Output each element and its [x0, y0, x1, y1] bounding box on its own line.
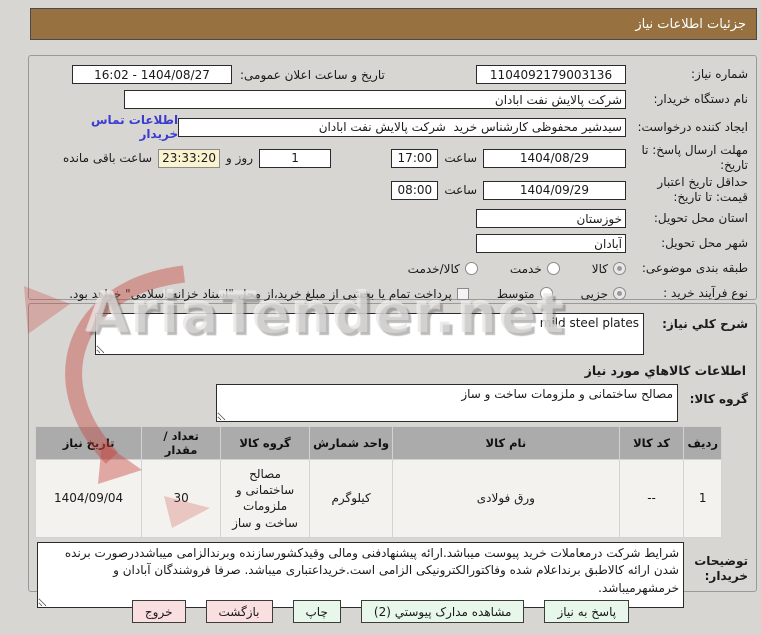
need-info-panel: شماره نیاز: تاریخ و ساعت اعلان عمومی: نا… [28, 55, 757, 301]
need-number-field[interactable] [476, 65, 626, 84]
validity-date-field[interactable] [483, 180, 626, 200]
col-quantity: تعداد / مقدار [141, 426, 222, 460]
buyer-contact-link[interactable]: اطلاعات تماس خریدار [55, 113, 178, 141]
remaining-time-group: روز و 23:33:20 ساعت باقی مانده [63, 148, 332, 168]
remaining-days-label: روز و [226, 151, 254, 165]
exit-button[interactable]: خروج [131, 600, 186, 623]
cell-unit: کیلوگرم [309, 459, 394, 538]
goods-info-panel: شرح کلي نیاز: mild steel plates اطلاعات … [28, 303, 757, 608]
row-city: شهر محل تحویل: [37, 232, 748, 255]
treasury-checkbox-label: پرداخت تمام یا بخشی از مبلغ خرید،از محل … [69, 286, 452, 301]
goods-group-label: گروه کالا: [689, 392, 748, 406]
radio-medium-label: متوسط [496, 286, 535, 301]
goods-table: ردیف کد کالا نام کالا واحد شمارش گروه کا… [34, 426, 722, 538]
radio-goods-icon[interactable] [613, 262, 626, 275]
row-response-deadline: مهلت ارسال پاسخ: تا تاریخ: ساعت روز و 23… [37, 143, 748, 173]
deadline-hour-label: ساعت [444, 151, 477, 165]
col-goods-group: گروه کالا [220, 426, 311, 460]
province-label: استان محل تحویل: [653, 211, 748, 225]
radio-goods-service[interactable]: کالا/خدمت [408, 262, 478, 276]
remaining-countdown: 23:33:20 [158, 148, 221, 168]
radio-service-label: خدمت [509, 261, 542, 276]
creator-field[interactable] [178, 117, 626, 137]
need-details-page: جزئیات اطلاعات نیاز شماره نیاز: تاریخ و … [0, 0, 761, 635]
deadline-time-field[interactable] [391, 148, 439, 168]
remaining-days-field[interactable] [259, 148, 332, 168]
remaining-suffix-label: ساعت باقی مانده [63, 151, 153, 165]
buyer-org-label: نام دستگاه خریدار: [653, 92, 749, 106]
radio-goods-service-label: کالا/خدمت [407, 261, 460, 276]
col-row-number: ردیف [683, 426, 722, 460]
subject-class-label: طبقه بندی موضوعی: [641, 261, 748, 275]
radio-minor[interactable]: جزیی [581, 287, 626, 301]
validity-time-field[interactable] [391, 180, 439, 200]
subject-class-options: کالا خدمت کالا/خدمت [408, 262, 626, 276]
deadline-date-field[interactable] [483, 148, 626, 168]
col-need-date: تاریخ نیاز [34, 426, 143, 460]
buyer-notes-textarea[interactable]: شرایط شرکت درمعاملات خرید پیوست میباشد.ا… [37, 541, 684, 608]
row-process-type: نوع فرآیند خرید : جزیی متوسط پرداخت تمام… [37, 282, 748, 305]
col-goods-name: نام کالا [392, 426, 620, 460]
print-button[interactable]: چاپ [292, 600, 341, 623]
goods-section-header: اطلاعات کالاهاي مورد نیاز [584, 363, 746, 378]
validity-label: حداقل تاریخ اعتبار قیمت: تا تاریخ: [657, 175, 748, 204]
radio-medium-icon[interactable] [539, 287, 553, 300]
row-buyer-notes: توضیحات خریدار: شرایط شرکت درمعاملات خری… [37, 541, 748, 608]
goods-table-header-row: ردیف کد کالا نام کالا واحد شمارش گروه کا… [34, 426, 722, 460]
row-buyer-org: نام دستگاه خریدار: [37, 88, 748, 111]
radio-minor-icon[interactable] [613, 287, 626, 300]
row-request-creator: ایجاد کننده درخواست: اطلاعات تماس خریدار [37, 113, 748, 141]
action-button-row: پاسخ به نیاز مشاهده مدارک پیوستي (2) چاپ… [0, 600, 761, 623]
cell-need-date: 1404/09/04 [34, 459, 143, 538]
need-number-label: شماره نیاز: [691, 67, 748, 81]
page-title: جزئیات اطلاعات نیاز [30, 8, 757, 40]
col-unit: واحد شمارش [309, 426, 394, 460]
cell-goods-group: مصالح ساختمانی و ملزومات ساخت و ساز [220, 459, 311, 538]
radio-medium[interactable]: متوسط [497, 287, 553, 301]
announce-datetime-field[interactable] [72, 65, 232, 84]
row-goods-group: گروه کالا: مصالح ساختمانی و ملزومات ساخت… [37, 384, 748, 422]
announce-label: تاریخ و ساعت اعلان عمومی: [240, 67, 385, 82]
province-field[interactable] [476, 209, 626, 228]
announce-group: تاریخ و ساعت اعلان عمومی: [72, 65, 385, 84]
col-goods-code: کد کالا [618, 426, 685, 460]
goods-group-textarea[interactable]: مصالح ساختمانی و ملزومات ساخت و ساز [216, 384, 678, 422]
row-need-description: شرح کلي نیاز: mild steel plates [37, 313, 748, 355]
city-field[interactable] [476, 234, 626, 253]
row-need-number: شماره نیاز: تاریخ و ساعت اعلان عمومی: [37, 63, 748, 86]
city-label: شهر محل تحویل: [661, 236, 748, 250]
back-button[interactable]: بازگشت [205, 600, 273, 623]
row-province: استان محل تحویل: [37, 207, 748, 230]
cell-goods-code: -- [618, 459, 685, 538]
buyer-org-field[interactable] [124, 90, 626, 109]
radio-service[interactable]: خدمت [510, 262, 560, 276]
row-price-validity: حداقل تاریخ اعتبار قیمت: تا تاریخ: ساعت [37, 175, 748, 205]
validity-hour-label: ساعت [444, 183, 477, 197]
radio-goods[interactable]: کالا [592, 262, 626, 276]
buyer-notes-label: توضیحات خریدار: [694, 553, 748, 584]
process-type-label: نوع فرآیند خرید : [663, 286, 748, 300]
table-row: 1 -- ورق فولادی کیلوگرم مصالح ساختمانی و… [34, 459, 722, 538]
row-subject-class: طبقه بندی موضوعی: کالا خدمت کالا/خدمت [37, 257, 748, 280]
radio-minor-label: جزیی [580, 286, 608, 301]
respond-button[interactable]: پاسخ به نیاز [544, 600, 630, 623]
deadline-label: مهلت ارسال پاسخ: تا تاریخ: [641, 143, 748, 172]
radio-goods-label: کالا [591, 261, 608, 276]
radio-goods-service-icon[interactable] [464, 262, 478, 275]
radio-service-icon[interactable] [546, 262, 560, 275]
view-attachments-button[interactable]: مشاهده مدارک پیوستي (2) [360, 600, 525, 623]
creator-label: ایجاد کننده درخواست: [637, 119, 748, 134]
process-type-options: جزیی متوسط پرداخت تمام یا بخشی از مبلغ خ… [69, 287, 626, 301]
need-description-textarea[interactable]: mild steel plates [95, 313, 644, 355]
need-description-label: شرح کلي نیاز: [662, 317, 748, 331]
cell-quantity: 30 [141, 459, 222, 538]
treasury-checkbox-item[interactable]: پرداخت تمام یا بخشی از مبلغ خرید،از محل … [69, 287, 469, 301]
cell-row-number: 1 [683, 459, 722, 538]
cell-goods-name: ورق فولادی [392, 459, 620, 538]
treasury-checkbox[interactable] [456, 287, 469, 300]
